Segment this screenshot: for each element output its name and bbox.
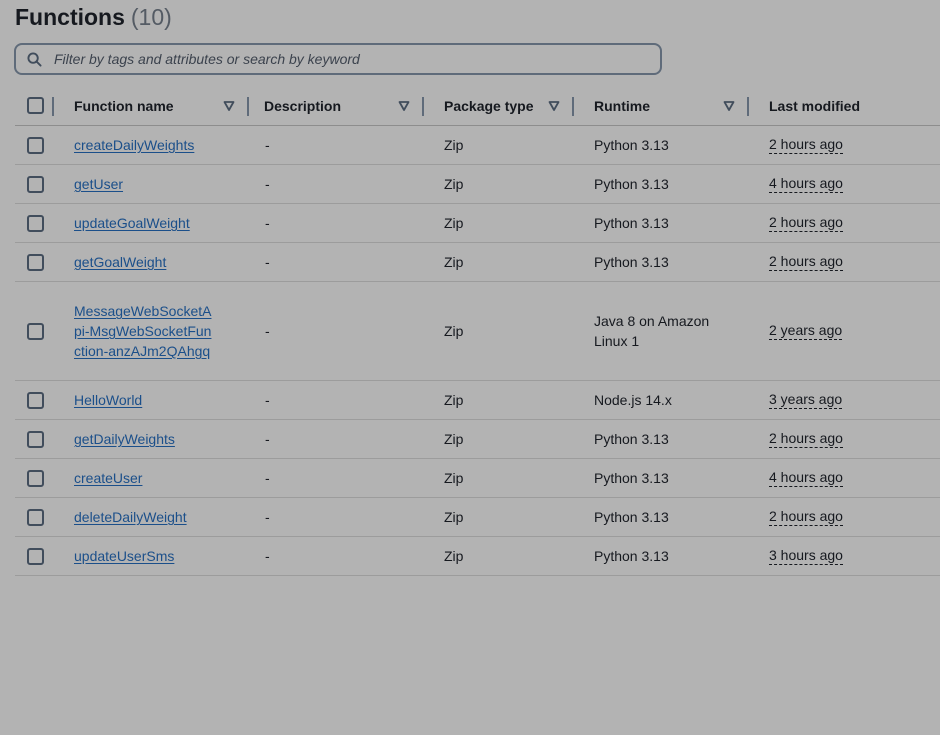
description-cell: - bbox=[265, 215, 270, 231]
column-label: Package type bbox=[444, 97, 534, 114]
page-title: Functions bbox=[15, 4, 125, 30]
runtime-cell: Python 3.13 bbox=[594, 215, 669, 231]
description-cell: - bbox=[265, 548, 270, 564]
package-type-cell: Zip bbox=[444, 548, 464, 564]
table-row: createUser - Zip Python 3.13 4 hours ago bbox=[15, 458, 940, 498]
table-row: createDailyWeights - Zip Python 3.13 2 h… bbox=[15, 125, 940, 165]
package-type-cell: Zip bbox=[444, 137, 464, 153]
sort-down-icon[interactable] bbox=[723, 100, 735, 112]
table-row: deleteDailyWeight - Zip Python 3.13 2 ho… bbox=[15, 497, 940, 537]
table-header-row: Function name Description Package type R… bbox=[15, 86, 940, 126]
package-type-cell: Zip bbox=[444, 323, 464, 339]
last-modified-cell[interactable]: 2 hours ago bbox=[769, 136, 843, 154]
description-cell: - bbox=[265, 176, 270, 192]
package-type-cell: Zip bbox=[444, 254, 464, 270]
sort-down-icon[interactable] bbox=[398, 100, 410, 112]
package-type-cell: Zip bbox=[444, 176, 464, 192]
row-checkbox[interactable] bbox=[27, 469, 44, 487]
package-type-cell: Zip bbox=[444, 431, 464, 447]
column-header-last-modified[interactable]: Last modified bbox=[749, 86, 940, 126]
last-modified-cell[interactable]: 2 hours ago bbox=[769, 508, 843, 526]
description-cell: - bbox=[265, 254, 270, 270]
row-checkbox[interactable] bbox=[27, 136, 44, 154]
last-modified-cell[interactable]: 3 hours ago bbox=[769, 547, 843, 565]
description-cell: - bbox=[265, 470, 270, 486]
column-header-description[interactable]: Description bbox=[249, 86, 424, 126]
select-all-header bbox=[15, 86, 74, 126]
column-header-package-type[interactable]: Package type bbox=[424, 86, 574, 126]
row-checkbox[interactable] bbox=[27, 508, 44, 526]
last-modified-cell[interactable]: 2 years ago bbox=[769, 322, 843, 340]
table-row: HelloWorld - Zip Node.js 14.x 3 years ag… bbox=[15, 380, 940, 420]
column-label: Runtime bbox=[594, 97, 650, 114]
column-header-runtime[interactable]: Runtime bbox=[574, 86, 749, 126]
table-row: updateUserSms - Zip Python 3.13 3 hours … bbox=[15, 536, 940, 576]
search-bar[interactable] bbox=[14, 43, 662, 75]
last-modified-cell[interactable]: 2 hours ago bbox=[769, 430, 843, 448]
description-cell: - bbox=[265, 392, 270, 408]
row-checkbox[interactable] bbox=[27, 322, 44, 340]
last-modified-cell[interactable]: 4 hours ago bbox=[769, 175, 843, 193]
function-link[interactable]: updateUserSms bbox=[74, 546, 174, 566]
table-row: updateGoalWeight - Zip Python 3.13 2 hou… bbox=[15, 203, 940, 243]
sort-down-icon[interactable] bbox=[223, 100, 235, 112]
function-link[interactable]: MessageWebSocketApi-MsgWebSocketFunction… bbox=[74, 301, 212, 361]
last-modified-cell[interactable]: 4 hours ago bbox=[769, 469, 843, 487]
column-header-function-name[interactable]: Function name bbox=[74, 86, 249, 126]
column-label: Function name bbox=[74, 97, 174, 114]
row-checkbox[interactable] bbox=[27, 430, 44, 448]
table-row: getDailyWeights - Zip Python 3.13 2 hour… bbox=[15, 419, 940, 459]
select-all-checkbox[interactable] bbox=[27, 97, 44, 114]
table-row: getUser - Zip Python 3.13 4 hours ago bbox=[15, 164, 940, 204]
table-row: MessageWebSocketApi-MsgWebSocketFunction… bbox=[15, 281, 940, 381]
description-cell: - bbox=[265, 509, 270, 525]
column-label: Description bbox=[264, 97, 342, 114]
runtime-cell: Python 3.13 bbox=[594, 431, 669, 447]
search-icon bbox=[26, 51, 42, 67]
function-link[interactable]: updateGoalWeight bbox=[74, 213, 190, 233]
package-type-cell: Zip bbox=[444, 509, 464, 525]
search-input[interactable] bbox=[52, 50, 636, 68]
package-type-cell: Zip bbox=[444, 215, 464, 231]
runtime-cell: Java 8 on Amazon Linux 1 bbox=[594, 313, 710, 349]
description-cell: - bbox=[265, 431, 270, 447]
function-link[interactable]: createDailyWeights bbox=[74, 135, 194, 155]
function-link[interactable]: getDailyWeights bbox=[74, 429, 175, 449]
runtime-cell: Python 3.13 bbox=[594, 470, 669, 486]
package-type-cell: Zip bbox=[444, 470, 464, 486]
functions-table: Function name Description Package type R… bbox=[15, 86, 940, 576]
runtime-cell: Python 3.13 bbox=[594, 254, 669, 270]
function-link[interactable]: createUser bbox=[74, 468, 142, 488]
row-checkbox[interactable] bbox=[27, 175, 44, 193]
row-checkbox[interactable] bbox=[27, 391, 44, 409]
runtime-cell: Node.js 14.x bbox=[594, 392, 672, 408]
last-modified-cell[interactable]: 2 hours ago bbox=[769, 214, 843, 232]
row-checkbox[interactable] bbox=[27, 253, 44, 271]
function-link[interactable]: deleteDailyWeight bbox=[74, 507, 187, 527]
runtime-cell: Python 3.13 bbox=[594, 548, 669, 564]
row-checkbox[interactable] bbox=[27, 547, 44, 565]
last-modified-cell[interactable]: 2 hours ago bbox=[769, 253, 843, 271]
sort-down-icon[interactable] bbox=[548, 100, 560, 112]
runtime-cell: Python 3.13 bbox=[594, 509, 669, 525]
runtime-cell: Python 3.13 bbox=[594, 137, 669, 153]
page-header: Functions (10) bbox=[15, 4, 172, 34]
table-row: getGoalWeight - Zip Python 3.13 2 hours … bbox=[15, 242, 940, 282]
function-link[interactable]: getGoalWeight bbox=[74, 252, 166, 272]
runtime-cell: Python 3.13 bbox=[594, 176, 669, 192]
package-type-cell: Zip bbox=[444, 392, 464, 408]
function-link[interactable]: HelloWorld bbox=[74, 390, 142, 410]
function-count: (10) bbox=[130, 4, 172, 30]
description-cell: - bbox=[265, 137, 270, 153]
row-checkbox[interactable] bbox=[27, 214, 44, 232]
column-divider[interactable] bbox=[52, 97, 54, 116]
description-cell: - bbox=[265, 323, 270, 339]
last-modified-cell[interactable]: 3 years ago bbox=[769, 391, 843, 409]
function-link[interactable]: getUser bbox=[74, 174, 123, 194]
column-label: Last modified bbox=[769, 97, 861, 114]
